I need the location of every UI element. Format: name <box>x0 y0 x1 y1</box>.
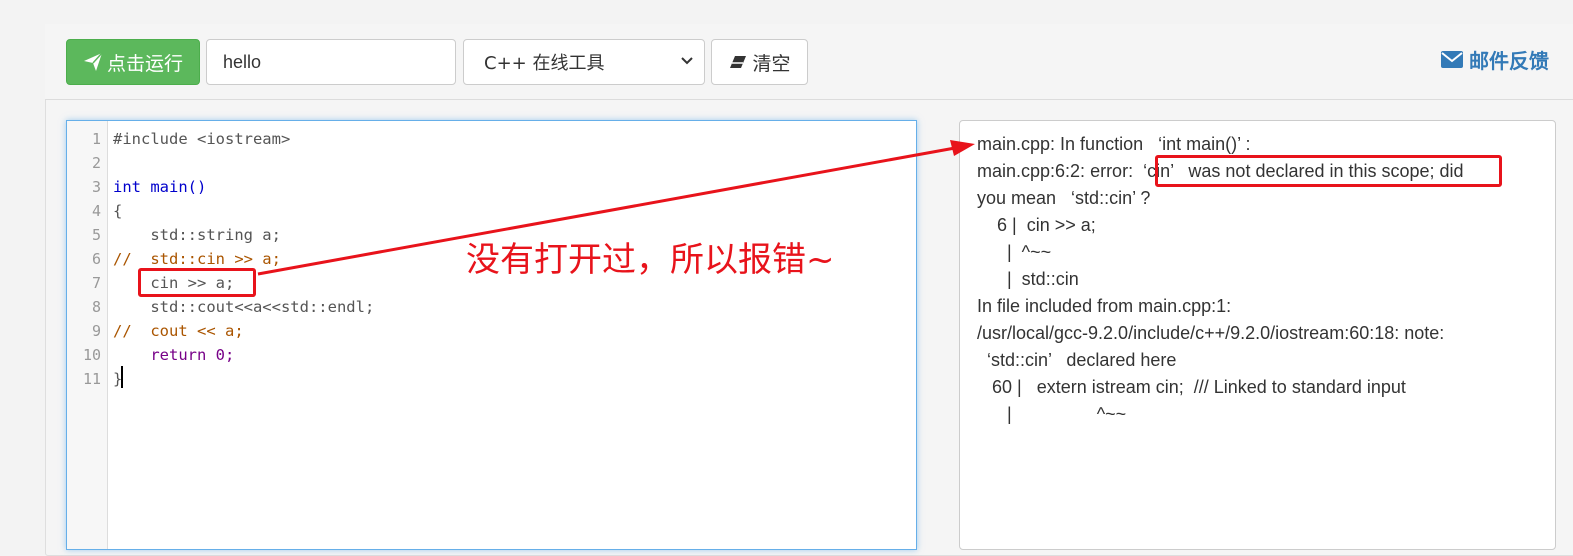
annotation-text: 没有打开过，所以报错~ <box>466 240 835 280</box>
